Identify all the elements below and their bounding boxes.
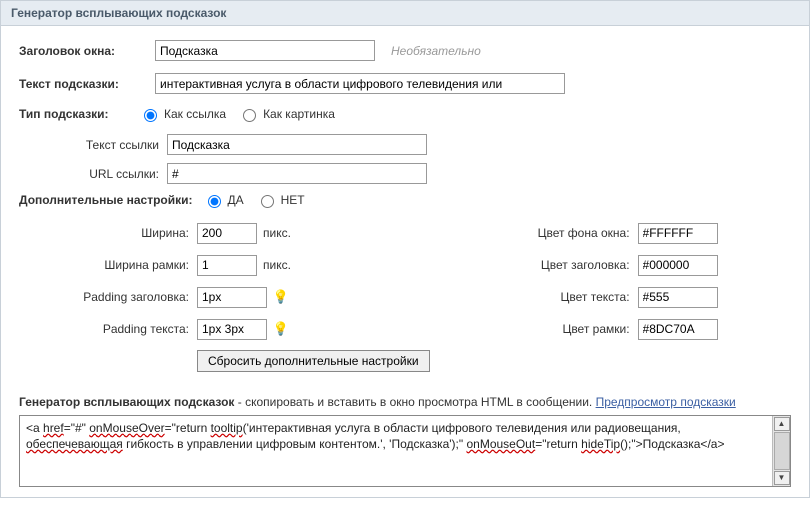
type-link-radio[interactable] [144,109,157,122]
advanced-left-col: Ширина: пикс. Ширина рамки: пикс. Paddin… [19,220,430,380]
lightbulb-icon[interactable]: 💡 [273,289,289,305]
output-label-bold: Генератор всплывающих подсказок [19,395,234,409]
advanced-no-label: НЕТ [281,193,305,207]
tooltip-text-input[interactable] [155,73,565,94]
width-unit: пикс. [263,226,291,240]
advanced-yes-label: ДА [228,193,244,207]
output-box: <a href="#" onMouseOver="return tooltip(… [19,415,791,487]
panel-title: Генератор всплывающих подсказок [1,1,809,26]
window-title-input[interactable] [155,40,375,61]
padding-title-label: Padding заголовка: [19,290,189,304]
tooltip-text-label: Текст подсказки: [19,77,149,91]
link-url-label: URL ссылки: [39,167,159,181]
row-tooltip-type: Тип подсказки: Как ссылка Как картинка [19,106,791,122]
advanced-right-col: Цвет фона окна: Цвет заголовка: Цвет тек… [490,220,718,380]
title-color-input[interactable] [638,255,718,276]
link-url-input[interactable] [167,163,427,184]
row-window-title: Заголовок окна: Необязательно [19,40,791,61]
preview-link[interactable]: Предпросмотр подсказки [596,395,736,409]
type-link-label: Как ссылка [164,107,226,121]
scroll-down-icon[interactable]: ▼ [774,471,790,485]
link-settings-block: Текст ссылки URL ссылки: [39,134,791,184]
row-link-url: URL ссылки: [39,163,791,184]
output-section: Генератор всплывающих подсказок - скопир… [19,394,791,487]
title-color-label: Цвет заголовка: [490,258,630,272]
row-tooltip-text: Текст подсказки: [19,73,791,94]
lightbulb-icon[interactable]: 💡 [273,321,289,337]
row-link-text: Текст ссылки [39,134,791,155]
link-text-input[interactable] [167,134,427,155]
width-input[interactable] [197,223,257,244]
row-width: Ширина: пикс. [19,220,430,246]
bg-color-label: Цвет фона окна: [490,226,630,240]
border-width-label: Ширина рамки: [19,258,189,272]
advanced-yes-radio[interactable] [208,195,221,208]
padding-text-label: Padding текста: [19,322,189,336]
row-border-width: Ширина рамки: пикс. [19,252,430,278]
border-color-label: Цвет рамки: [490,322,630,336]
row-bg-color: Цвет фона окна: [490,220,718,246]
border-width-unit: пикс. [263,258,291,272]
panel-body: Заголовок окна: Необязательно Текст подс… [1,26,809,497]
advanced-no-radio[interactable] [261,195,274,208]
bg-color-input[interactable] [638,223,718,244]
row-title-color: Цвет заголовка: [490,252,718,278]
link-text-label: Текст ссылки [39,138,159,152]
scroll-up-icon[interactable]: ▲ [774,417,790,431]
padding-title-input[interactable] [197,287,267,308]
border-width-input[interactable] [197,255,257,276]
row-padding-title: Padding заголовка: 💡 [19,284,430,310]
row-reset: Сбросить дополнительные настройки [19,348,430,374]
tooltip-type-label: Тип подсказки: [19,107,129,121]
row-text-color: Цвет текста: [490,284,718,310]
advanced-settings-grid: Ширина: пикс. Ширина рамки: пикс. Paddin… [19,220,791,380]
advanced-label: Дополнительные настройки: [19,193,193,207]
output-label-rest: - скопировать и вставить в окно просмотр… [234,395,595,409]
row-advanced-toggle: Дополнительные настройки: ДА НЕТ [19,192,791,208]
type-image-label: Как картинка [263,107,335,121]
text-color-label: Цвет текста: [490,290,630,304]
row-border-color: Цвет рамки: [490,316,718,342]
output-code-text[interactable]: <a href="#" onMouseOver="return tooltip(… [20,416,772,486]
window-title-hint: Необязательно [391,44,481,58]
text-color-input[interactable] [638,287,718,308]
scrollbar[interactable]: ▲ ▼ [772,416,790,486]
reset-advanced-button[interactable]: Сбросить дополнительные настройки [197,350,430,372]
type-image-radio[interactable] [243,109,256,122]
padding-text-input[interactable] [197,319,267,340]
scroll-thumb[interactable] [774,432,790,470]
width-label: Ширина: [19,226,189,240]
tooltip-generator-panel: Генератор всплывающих подсказок Заголово… [0,0,810,498]
output-label-row: Генератор всплывающих подсказок - скопир… [19,394,791,411]
window-title-label: Заголовок окна: [19,44,149,58]
border-color-input[interactable] [638,319,718,340]
row-padding-text: Padding текста: 💡 [19,316,430,342]
